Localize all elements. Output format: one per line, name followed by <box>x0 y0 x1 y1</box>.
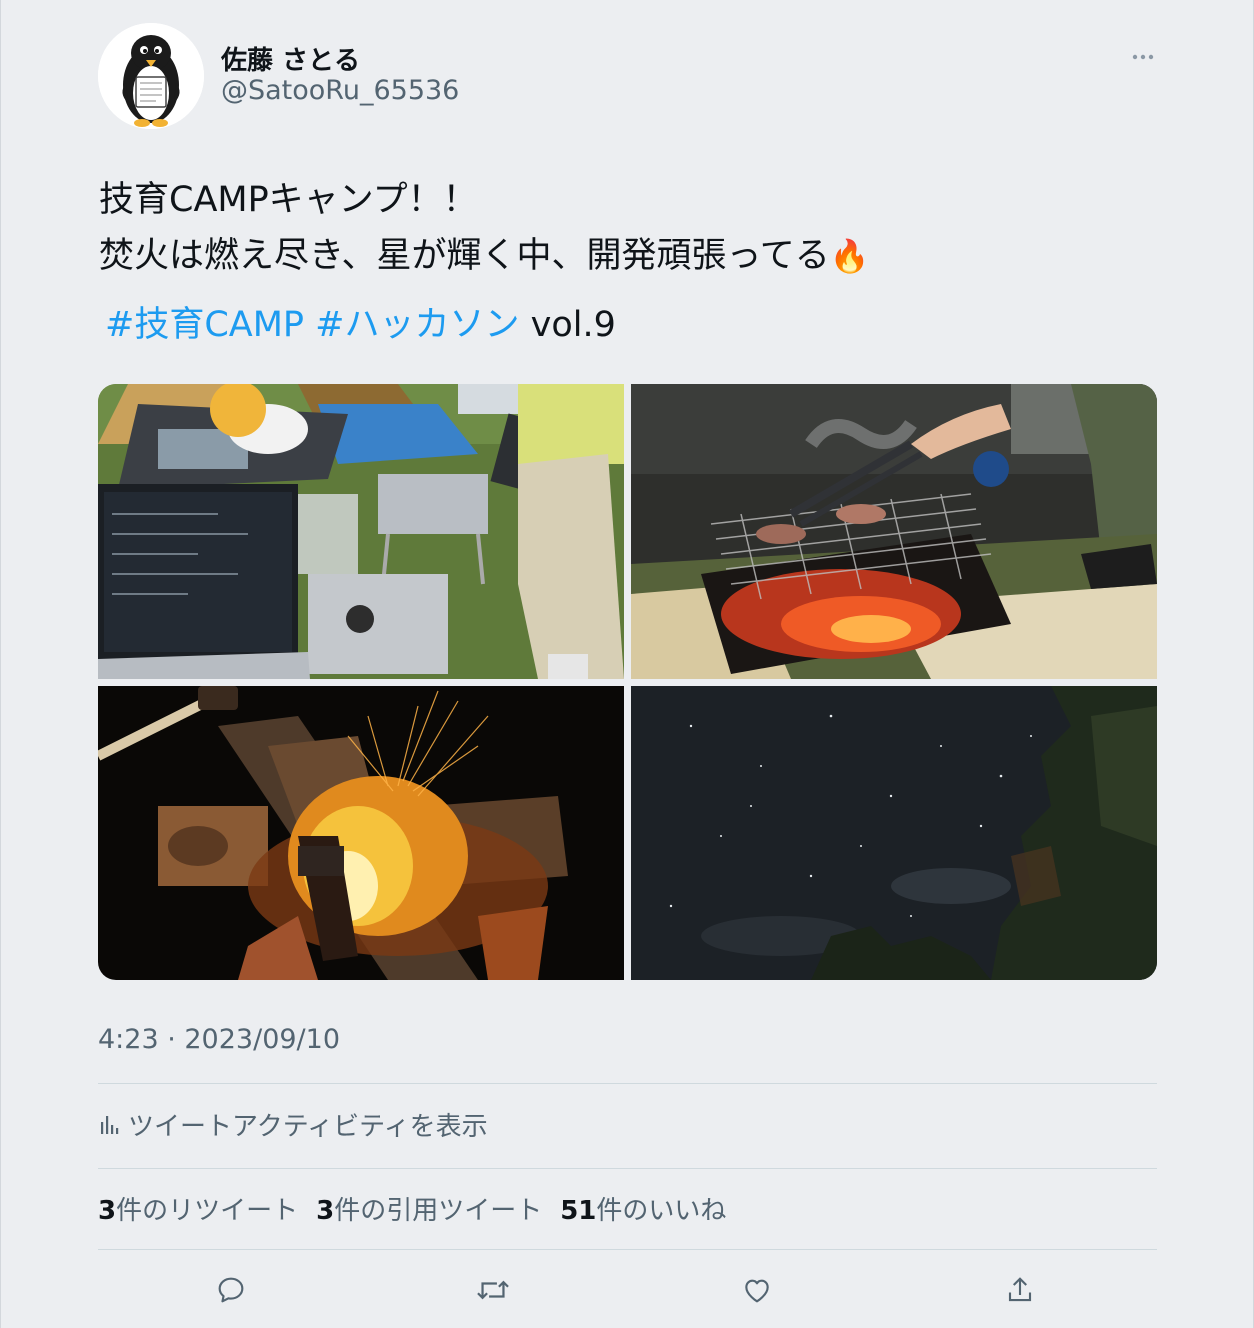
display-name[interactable]: 佐藤 さとる <box>221 40 360 77</box>
hashtag-link[interactable]: #ハッカソン <box>315 305 519 345</box>
divider <box>98 1083 1157 1084</box>
quote-tweet-count[interactable]: 3件の引用ツイート <box>316 1190 542 1227</box>
reply-icon <box>218 1277 244 1303</box>
action-bar <box>98 1268 1157 1312</box>
tweet-line-2-text: 焚火は燃え尽き、星が輝く中、開発頑張ってる <box>99 236 830 276</box>
photo-image <box>98 384 624 679</box>
photo-campfire[interactable] <box>98 686 624 980</box>
media-grid <box>98 384 1157 980</box>
more-options-button[interactable] <box>1125 44 1161 70</box>
divider <box>98 1249 1157 1250</box>
photo-image <box>631 384 1157 679</box>
photo-image <box>631 686 1157 980</box>
stat-count: 3 <box>98 1196 117 1226</box>
tweet-text: 技育CAMPキャンプ！！ 焚火は燃え尽き、星が輝く中、開発頑張ってる🔥 <box>99 172 1159 284</box>
fire-emoji: 🔥 <box>829 237 870 275</box>
stat-label: 件のリツイート <box>116 1196 299 1226</box>
stat-label: 件の引用ツイート <box>334 1196 543 1226</box>
hashtag-link[interactable]: #技育CAMP <box>105 305 304 345</box>
divider <box>98 1168 1157 1169</box>
photo-image <box>98 686 624 980</box>
stat-count: 51 <box>560 1196 597 1226</box>
reply-button[interactable] <box>209 1268 253 1312</box>
share-icon <box>1008 1277 1032 1302</box>
stat-label: 件のいいね <box>596 1196 727 1226</box>
tweet-line-2: 焚火は燃え尽き、星が輝く中、開発頑張ってる🔥 <box>99 228 1159 284</box>
photo-grill[interactable] <box>631 384 1157 679</box>
hashtag-suffix: vol.9 <box>530 305 616 345</box>
user-handle[interactable]: @SatooRu_65536 <box>221 75 459 106</box>
heart-icon <box>745 1279 769 1303</box>
stat-count: 3 <box>316 1196 335 1226</box>
tweet-detail: 佐藤 さとる @SatooRu_65536 技育CAMPキャンプ！！ 焚火は燃え… <box>0 0 1254 1328</box>
more-icon <box>1132 54 1154 60</box>
retweet-button[interactable] <box>471 1268 515 1312</box>
bar-chart-icon <box>101 1116 119 1134</box>
like-count[interactable]: 51件のいいね <box>560 1190 726 1227</box>
penguin-avatar-icon <box>98 23 204 129</box>
engagement-stats: 3件のリツイート 3件の引用ツイート 51件のいいね <box>98 1190 744 1227</box>
like-button[interactable] <box>735 1268 779 1312</box>
share-button[interactable] <box>998 1268 1042 1312</box>
tweet-line-1: 技育CAMPキャンプ！！ <box>99 180 478 220</box>
retweet-count[interactable]: 3件のリツイート <box>98 1190 298 1227</box>
hashtag-line: #技育CAMP #ハッカソン vol.9 <box>105 296 616 347</box>
avatar[interactable] <box>98 23 204 129</box>
photo-campsite-laptops[interactable] <box>98 384 624 679</box>
tweet-timestamp[interactable]: 4:23 · 2023/09/10 <box>98 1024 340 1055</box>
tweet-activity-button[interactable]: ツイートアクティビティを表示 <box>98 1104 488 1144</box>
retweet-icon <box>477 1280 509 1300</box>
tweet-activity-label: ツイートアクティビティを表示 <box>128 1111 488 1142</box>
photo-night-sky[interactable] <box>631 686 1157 980</box>
